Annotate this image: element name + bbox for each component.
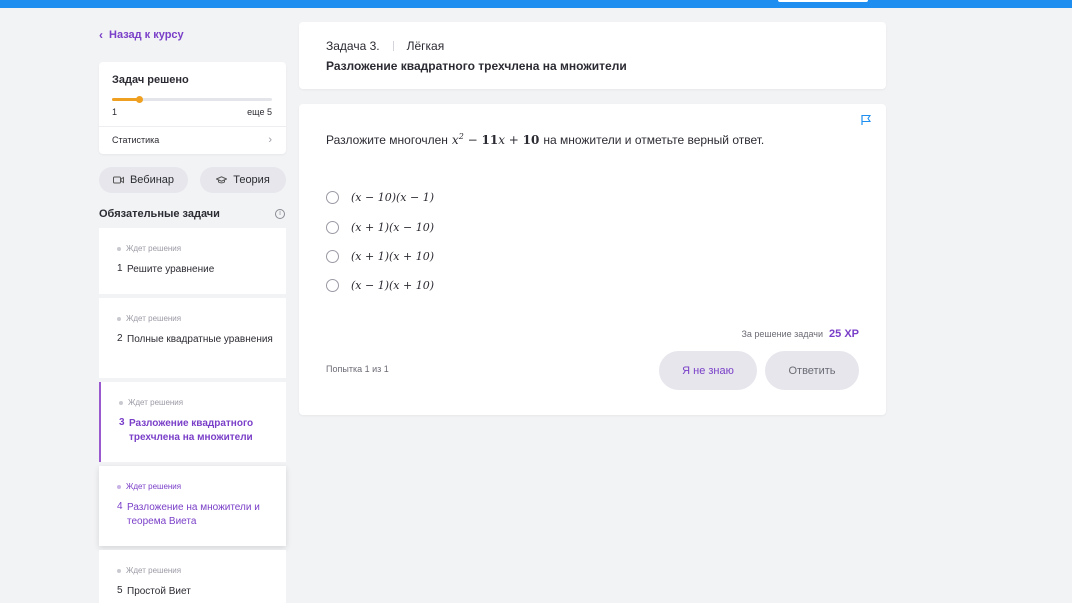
answer-option-1[interactable]: (x − 10)(x − 1) xyxy=(326,189,434,205)
status-dot-icon xyxy=(119,400,123,405)
reward-xp: 25 XP xyxy=(829,328,859,340)
chevron-left-icon: ‹ xyxy=(99,28,103,42)
task-item-2[interactable]: Ждет решения 2 Полные квадратные уравнен… xyxy=(99,298,286,378)
task-number: 3 xyxy=(119,417,125,428)
solved-count: 1 xyxy=(112,107,118,117)
reward-info: За решение задачи 25 XP xyxy=(741,328,859,340)
task-title: Разложение квадратного трехчлена на множ… xyxy=(326,59,627,73)
statistics-link[interactable]: Статистика › xyxy=(112,128,272,152)
task-status-label: Ждет решения xyxy=(128,398,184,407)
question-after: на множители и отметьте верный ответ. xyxy=(543,133,765,147)
option-text: (x + 1)(x + 10) xyxy=(351,249,434,263)
task-item-1[interactable]: Ждет решения 1 Решите уравнение xyxy=(99,228,286,294)
task-number: 5 xyxy=(117,585,123,596)
reward-label: За решение задачи xyxy=(741,329,824,339)
task-status: Ждет решения xyxy=(119,398,183,407)
task-status: Ждет решения xyxy=(117,566,181,575)
task-name: Разложение квадратного трехчлена на множ… xyxy=(129,418,254,443)
task-name: Решите уравнение xyxy=(127,264,215,275)
task-name: Полные квадратные уравнения xyxy=(127,334,273,345)
option-text: (x − 1)(x + 10) xyxy=(351,278,434,292)
task-card: Разложите многочлен x2 − 11x + 10 на мно… xyxy=(299,104,886,415)
task-status-label: Ждет решения xyxy=(126,314,182,323)
radio-button[interactable] xyxy=(326,190,339,204)
statistics-label: Статистика xyxy=(112,135,160,145)
task-status: Ждет решения xyxy=(117,244,181,253)
required-tasks-title: Обязательные задачи xyxy=(99,208,220,220)
back-label: Назад к курсу xyxy=(109,29,184,41)
submit-answer-button[interactable]: Ответить xyxy=(765,351,859,390)
progress-title: Задач решено xyxy=(112,74,189,86)
answer-option-2[interactable]: (x + 1)(x − 10) xyxy=(326,219,434,235)
progress-bar xyxy=(112,96,272,103)
webinar-button[interactable]: Вебинар xyxy=(99,167,188,193)
task-status-label: Ждет решения xyxy=(126,566,182,575)
task-number: 2 xyxy=(117,333,123,344)
progress-card: Задач решено 1 еще 5 Статистика › xyxy=(99,62,286,154)
webinar-label: Вебинар xyxy=(129,174,175,186)
graduation-cap-icon xyxy=(216,176,228,184)
task-item-3[interactable]: Ждет решения 3 Разложение квадратного тр… xyxy=(99,382,286,462)
task-meta: Задача 3. Лёгкая xyxy=(326,39,444,53)
radio-button[interactable] xyxy=(326,249,339,263)
task-item-4[interactable]: Ждет решения 4 Разложение на множители и… xyxy=(99,466,286,546)
separator xyxy=(392,41,394,51)
difficulty-badge: Лёгкая xyxy=(406,39,445,53)
back-to-course-link[interactable]: ‹ Назад к курсу xyxy=(99,28,184,42)
option-text: (x + 1)(x − 10) xyxy=(351,220,434,234)
question-text: Разложите многочлен x2 − 11x + 10 на мно… xyxy=(326,132,764,147)
radio-button[interactable] xyxy=(326,220,339,234)
task-status: Ждет решения xyxy=(117,314,181,323)
attempt-counter: Попытка 1 из 1 xyxy=(326,364,389,374)
chevron-right-icon: › xyxy=(268,134,272,146)
top-bar xyxy=(0,0,1072,8)
remaining-count: еще 5 xyxy=(247,107,272,117)
task-number: 4 xyxy=(117,501,123,512)
task-label: Задача 3. xyxy=(326,39,380,53)
theory-button[interactable]: Теория xyxy=(200,167,286,193)
task-item-5[interactable]: Ждет решения 5 Простой Виет xyxy=(99,550,286,603)
status-dot-icon xyxy=(117,316,121,321)
top-bar-button[interactable] xyxy=(778,0,868,2)
polynomial-formula: x2 − 11x + 10 xyxy=(451,132,540,147)
task-name: Разложение на множители и теорема Виета xyxy=(127,502,260,527)
task-header-card: Задача 3. Лёгкая Разложение квадратного … xyxy=(299,22,886,89)
status-dot-icon xyxy=(117,246,121,251)
status-dot-icon xyxy=(117,568,121,573)
progress-fill xyxy=(112,98,139,101)
status-dot-icon xyxy=(117,484,121,489)
task-status-label: Ждет решения xyxy=(126,244,182,253)
dont-know-button[interactable]: Я не знаю xyxy=(659,351,757,390)
task-status-label: Ждет решения xyxy=(126,482,182,491)
answer-option-3[interactable]: (x + 1)(x + 10) xyxy=(326,248,434,264)
progress-knob xyxy=(136,96,143,103)
question-before: Разложите многочлен xyxy=(326,133,448,147)
video-camera-icon xyxy=(112,176,124,184)
info-icon[interactable]: i xyxy=(275,209,285,219)
theory-label: Теория xyxy=(233,174,270,186)
option-text: (x − 10)(x − 1) xyxy=(351,190,434,204)
report-flag-icon[interactable] xyxy=(860,114,872,126)
task-name: Простой Виет xyxy=(127,586,191,597)
divider xyxy=(99,126,286,127)
task-status: Ждет решения xyxy=(117,482,181,491)
task-number: 1 xyxy=(117,263,123,274)
answer-option-4[interactable]: (x − 1)(x + 10) xyxy=(326,277,434,293)
radio-button[interactable] xyxy=(326,278,339,292)
